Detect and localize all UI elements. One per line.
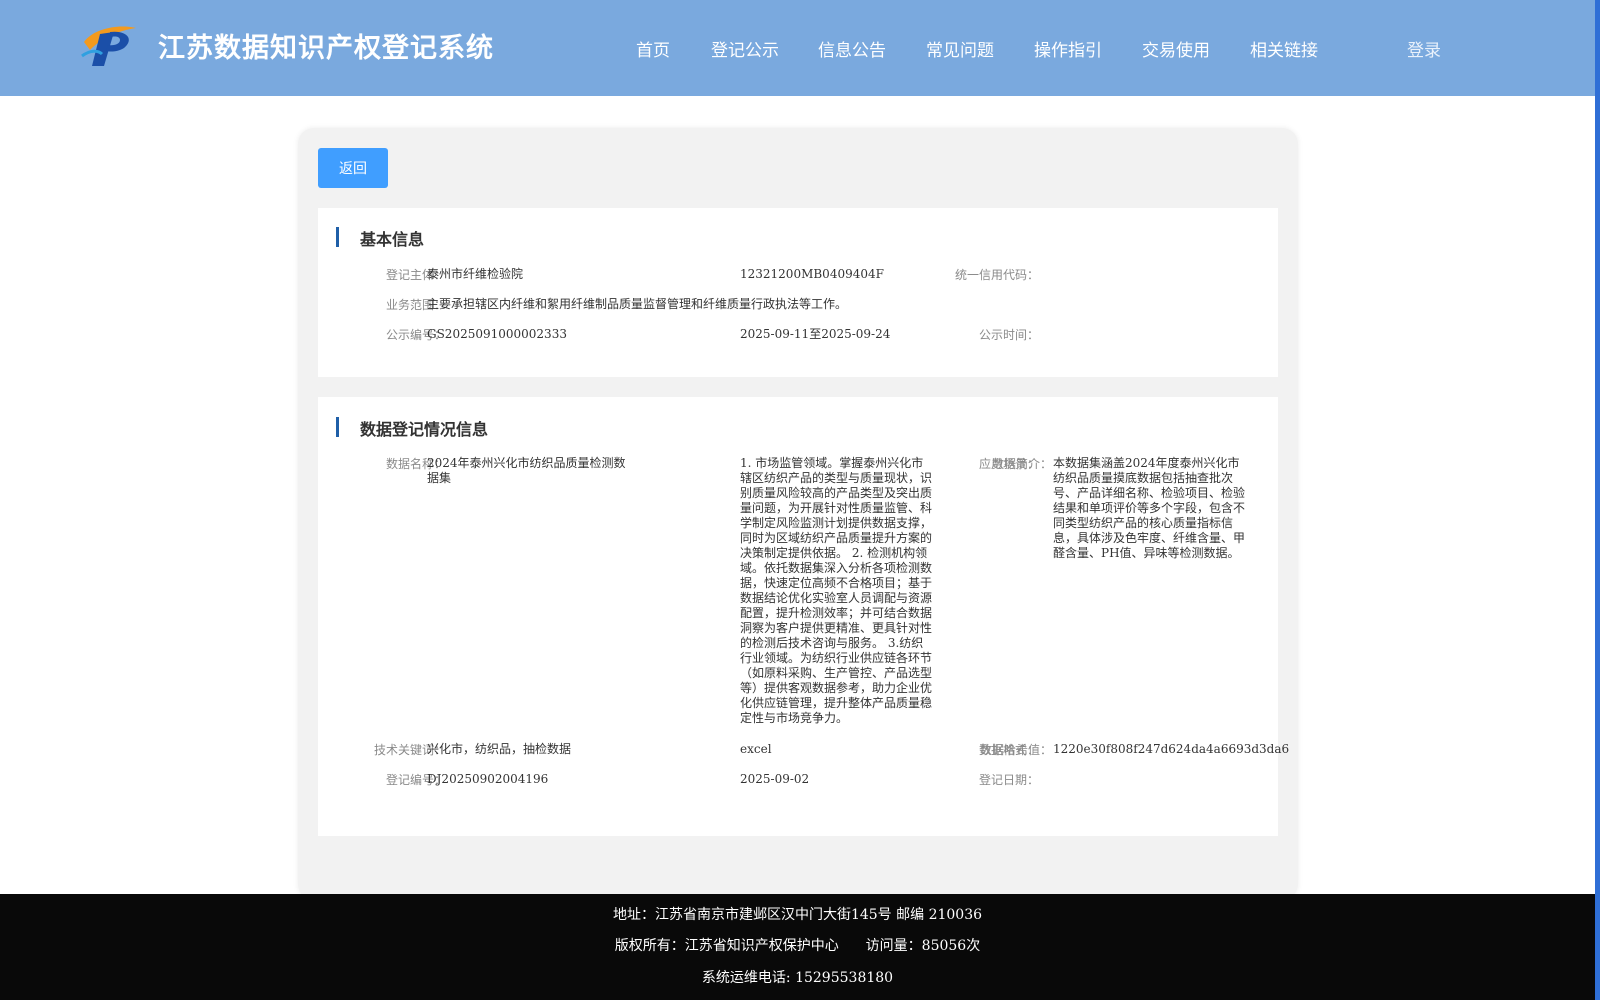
nav-announcements[interactable]: 信息公告	[818, 36, 886, 61]
footer-visits: 访问量：85056次	[865, 938, 981, 954]
section-marker	[336, 227, 339, 247]
nav-registration-public[interactable]: 登记公示	[711, 36, 779, 61]
pub-time-value: 2025-09-11至2025-09-24	[740, 327, 891, 341]
keywords-value: 兴化市，纺织品，抽检数据	[427, 742, 572, 756]
format-value: excel	[740, 742, 772, 756]
site-header: 江苏数据知识产权登记系统 首页 登记公示 信息公告 常见问题 操作指引 交易使用…	[0, 0, 1595, 96]
scope-value: 主要承担辖区内纤维和絮用纤维制品质量监督管理和纤维质量行政执法等工作。	[427, 297, 848, 311]
summary-value: 本数据集涵盖2024年度泰州兴化市纺织品质量摸底数据包括抽查批次号、产品详细名称…	[1053, 456, 1246, 560]
nav-faq[interactable]: 常见问题	[926, 36, 994, 61]
scenario-value: 1. 市场监管领域。掌握泰州兴化市辖区纺织产品的类型与质量现状，识别质量风险较高…	[740, 456, 933, 725]
hash-label: 数据哈希值：	[979, 743, 1052, 757]
footer-phone: 系统运维电话: 15295538180	[701, 970, 894, 986]
footer-copyright: 版权所有：江苏省知识产权保护中心	[614, 938, 839, 954]
reg-date-value: 2025-09-02	[740, 772, 810, 786]
data-name-value: 2024年泰州兴化市纺织品质量检测数据集	[427, 456, 626, 485]
credit-code-value: 12321200MB0409404F	[740, 267, 884, 281]
section-marker	[336, 417, 339, 437]
nav-home[interactable]: 首页	[636, 36, 670, 61]
site-footer: 地址：江苏省南京市建邺区汉中门大街145号 邮编 210036 版权所有：江苏省…	[0, 894, 1595, 1000]
summary-label: 数据简介：	[991, 457, 1052, 471]
basic-info-card: 基本信息 登记主体： 泰州市纤维检验院 统一信用代码： 12321200MB04…	[318, 208, 1278, 377]
basic-info-title: 基本信息	[360, 230, 425, 249]
registration-info-card: 数据登记情况信息 数据名称： 2024年泰州兴化市纺织品质量检测数据集 应用场景…	[318, 397, 1289, 836]
page-edge-bar	[1595, 0, 1600, 1000]
reg-no-value: DJ20250902004196	[427, 772, 549, 786]
footer-address: 地址：江苏省南京市建邺区汉中门大街145号 邮编 210036	[612, 907, 983, 923]
nav-related-links[interactable]: 相关链接	[1250, 36, 1318, 61]
nav-guide[interactable]: 操作指引	[1034, 36, 1102, 61]
reg-date-label: 登记日期：	[978, 773, 1039, 787]
main-nav: 首页 登记公示 信息公告 常见问题 操作指引 交易使用 相关链接	[0, 36, 1595, 61]
subject-value: 泰州市纤维检验院	[427, 267, 524, 281]
back-button[interactable]: 返回	[318, 148, 388, 188]
footer-copyright-row: 版权所有：江苏省知识产权保护中心 访问量：85056次	[0, 935, 1595, 955]
hash-value: 1220e30f808f247d624da4a6693d3da6	[1053, 742, 1290, 756]
nav-trade-use[interactable]: 交易使用	[1142, 36, 1210, 61]
pub-no-value: GS2025091000002333	[427, 327, 567, 341]
registration-info-title: 数据登记情况信息	[360, 420, 489, 439]
login-link[interactable]: 登录	[1407, 36, 1441, 61]
